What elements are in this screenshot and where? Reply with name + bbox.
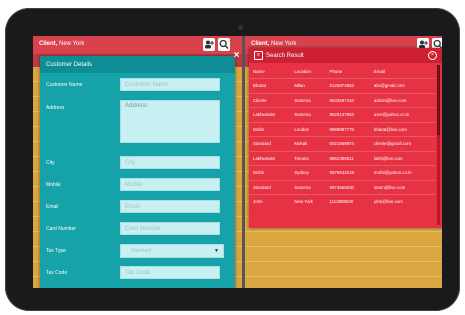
table-cell: Bharat [249, 78, 291, 93]
search-icon[interactable] [218, 38, 230, 51]
table-cell: user@yahoo.co.in [369, 107, 435, 122]
table-cell: 0021569874 [325, 136, 370, 151]
table-cell: Santena [290, 179, 326, 195]
scrollbar[interactable] [437, 65, 440, 225]
table-cell: John [249, 194, 291, 209]
table-cell: 9874556630 [325, 179, 370, 195]
customer-details-header: Customer Details [40, 56, 235, 73]
right-topbar-title: Client, New York [251, 41, 296, 47]
table-cell: Standard [249, 136, 291, 151]
table-cell: Standard [249, 179, 291, 195]
table-cell: Mohali [290, 136, 326, 151]
city-input[interactable]: City [120, 156, 220, 169]
table-cell: cliente@gmail.com [369, 136, 435, 151]
table-header-row: Name Location Phone Email [249, 65, 435, 79]
left-topbar: Client, New York [33, 36, 242, 54]
client-label: Client, [39, 41, 58, 47]
tax-code-label: Tax Code [46, 270, 68, 276]
table-cell: 8520147963 [325, 107, 370, 122]
table-row[interactable]: Mohit London 9998887776 bharat@live.com [249, 121, 435, 137]
address-textarea[interactable]: Address [120, 100, 220, 143]
table-cell: Lakhwinder [249, 107, 291, 122]
email-input[interactable]: Email [120, 200, 220, 213]
table-cell: Cliente [249, 92, 291, 108]
table-cell: Sydney [290, 165, 326, 180]
table-cell: Toronto [290, 150, 326, 166]
table-cell: mohit@yahoo.co.in [369, 165, 435, 180]
close-icon[interactable]: × [232, 51, 241, 61]
table-row[interactable]: Standard Santena 9874556630 stann@live.com [249, 179, 435, 195]
mobile-input[interactable]: Mobile [120, 178, 220, 191]
table-row[interactable]: Lakhwinder Toronto 8862366911 lakh@live.com [249, 150, 435, 166]
dropdown-caret-icon: ▼ [214, 248, 219, 254]
city-label: City [46, 160, 55, 166]
address-label: Address [46, 105, 65, 111]
add-user-icon[interactable] [203, 38, 215, 51]
email-label: Email [46, 204, 59, 210]
tax-code-input[interactable]: Tax Code [120, 266, 220, 279]
table-cell: 8862366911 [325, 150, 370, 166]
table-cell: 8125874963 [325, 78, 370, 93]
table-cell: stann@live.com [369, 179, 435, 195]
table-cell: 9632587410 [325, 92, 370, 108]
column-header: Phone [329, 69, 343, 74]
column-header: Name [253, 69, 265, 74]
table-cell: Lakhwinder [249, 150, 291, 166]
client-label: Client, [251, 41, 270, 47]
table-row[interactable]: Cliente Santena 9632587410 admin@live.com [249, 92, 435, 108]
table-cell: Mohit [249, 165, 291, 180]
table-row[interactable]: Mohit Sydney 9876543218 mohit@yahoo.co.in [249, 165, 435, 180]
table-row[interactable]: John New York 1112589630 john@live.com [249, 194, 435, 209]
left-topbar-title: Client, New York [39, 41, 84, 47]
table-cell: 9998887776 [325, 121, 370, 137]
table-cell: New York [290, 194, 326, 209]
table-cell: Mohit [249, 121, 291, 137]
column-header: Location [294, 69, 311, 74]
table-cell: 1112589630 [325, 194, 370, 209]
mobile-label: Mobile [46, 182, 61, 188]
card-number-input[interactable]: Card Number [120, 222, 220, 235]
tax-type-select[interactable]: Standard ▼ [120, 244, 224, 258]
table-cell: abr@gmail.com [369, 78, 435, 93]
right-pane: Client, New York ≡ Search Result × Name … [245, 36, 442, 288]
table-cell: lakh@live.com [369, 150, 435, 166]
table-row[interactable]: Lakhwinder Santena 8520147963 user@yahoo.co… [249, 107, 435, 122]
table-cell: Santena [290, 107, 326, 122]
table-cell: Santena [290, 92, 326, 108]
card-number-label: Card Number [46, 226, 77, 232]
client-location: New York [59, 41, 85, 47]
customer-details-title: Customer Details [46, 62, 93, 68]
search-result-table: Name Location Phone Email Bharat Milan 812… [249, 65, 435, 209]
table-cell: bharat@live.com [369, 121, 435, 137]
close-icon[interactable]: × [428, 51, 437, 60]
customer-name-label: Customer Name [46, 82, 83, 88]
table-cell: London [290, 121, 326, 137]
list-icon: ≡ [254, 51, 263, 60]
search-result-panel: ≡ Search Result × Name Location Phone Em… [249, 48, 442, 228]
table-cell: 9876543218 [325, 165, 370, 180]
table-row[interactable]: Standard Mohali 0021569874 cliente@gmail.co… [249, 136, 435, 151]
scrollbar-thumb[interactable] [437, 65, 440, 135]
table-row[interactable]: Bharat Milan 8125874963 abr@gmail.com [249, 78, 435, 93]
customer-name-input[interactable]: Customer Name [120, 78, 220, 91]
column-header: Email [373, 69, 385, 74]
search-result-header: ≡ Search Result × [249, 48, 442, 63]
customer-details-panel: Customer Details Customer Name Customer … [40, 56, 235, 288]
app-screen: Client, New York Customer Details Custom… [33, 36, 442, 288]
camera-dot [238, 25, 243, 30]
table-cell: Milan [290, 78, 326, 93]
table-cell: admin@live.com [369, 92, 435, 108]
search-result-title: Search Result [266, 53, 304, 59]
tax-type-label: Tax Type [46, 248, 66, 254]
client-location: New York [271, 41, 297, 47]
left-pane: Client, New York Customer Details Custom… [33, 36, 242, 288]
tax-type-value: Standard [131, 248, 152, 254]
table-cell: john@live.com [369, 194, 435, 209]
